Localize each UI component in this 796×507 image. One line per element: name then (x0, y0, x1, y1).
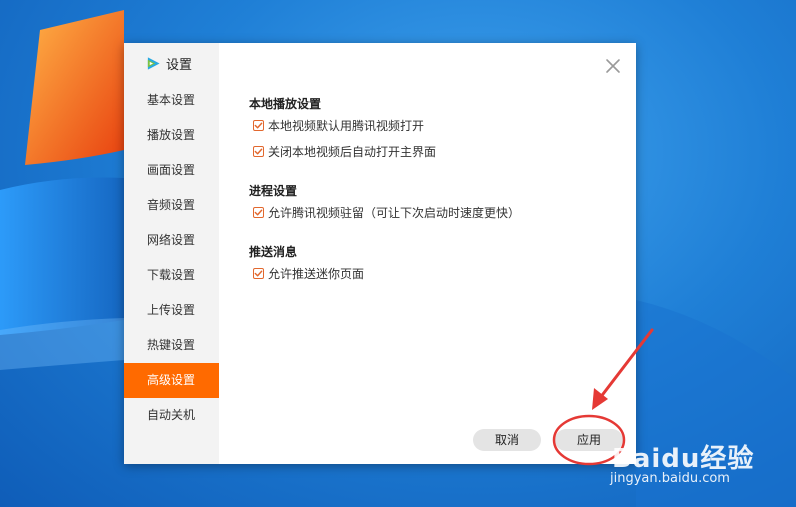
tencent-video-logo-icon (147, 56, 160, 70)
checkbox-option[interactable]: 允许推送迷你页面 (253, 265, 364, 282)
window-brand: 设置 (146, 53, 192, 73)
sidebar-item[interactable]: 网络设置 (124, 223, 219, 258)
watermark: Baidu经验 (612, 438, 754, 475)
checkbox-label: 本地视频默认用腾讯视频打开 (268, 119, 425, 133)
section-title: 推送消息 (249, 245, 298, 259)
settings-sidebar: 设置 基本设置 播放设置 画面设置 音频设置 网络设置 下载设置 上传设置 热键设置 高级设置自… (124, 43, 219, 464)
sidebar-item[interactable]: 高级设置 (124, 363, 219, 398)
section-title: 本地播放设置 (249, 97, 322, 111)
checkbox-option[interactable]: 关闭本地视频后自动打开主界面 (253, 143, 436, 160)
sidebar-item[interactable]: 基本设置 (124, 83, 219, 118)
checkmark-icon (254, 148, 263, 155)
checkmark-icon (254, 209, 263, 216)
checkbox-label: 关闭本地视频后自动打开主界面 (268, 145, 437, 159)
checkbox-option[interactable]: 本地视频默认用腾讯视频打开 (253, 117, 424, 134)
checkbox[interactable] (253, 268, 264, 279)
sidebar-item[interactable]: 音频设置 (124, 188, 219, 223)
checkbox[interactable] (253, 207, 264, 218)
window-title: 设置 (166, 57, 193, 73)
checkbox[interactable] (253, 120, 264, 131)
close-icon[interactable] (604, 57, 622, 75)
sidebar-item[interactable]: 自动关机 (124, 398, 219, 433)
checkmark-icon (254, 270, 263, 277)
checkbox-option[interactable]: 允许腾讯视频驻留（可让下次启动时速度更快） (253, 204, 520, 221)
section-title: 进程设置 (249, 184, 298, 198)
cancel-button[interactable]: 取消 (473, 429, 541, 451)
checkbox[interactable] (253, 146, 264, 157)
checkmark-icon (254, 122, 263, 129)
watermark-brand: Baidu经验 (612, 444, 755, 474)
watermark-url: jingyan.baidu.com (610, 471, 730, 486)
sidebar-item[interactable]: 下载设置 (124, 258, 219, 293)
sidebar-item[interactable]: 画面设置 (124, 153, 219, 188)
checkbox-label: 允许推送迷你页面 (268, 267, 365, 281)
sidebar-item[interactable]: 播放设置 (124, 118, 219, 153)
settings-dialog: 设置 基本设置 播放设置 画面设置 音频设置 网络设置 下载设置 上传设置 热键设置 高级设置自… (124, 43, 636, 464)
checkbox-label: 允许腾讯视频驻留（可让下次启动时速度更快） (268, 206, 521, 220)
sidebar-item[interactable]: 热键设置 (124, 328, 219, 363)
sidebar-item[interactable]: 上传设置 (124, 293, 219, 328)
